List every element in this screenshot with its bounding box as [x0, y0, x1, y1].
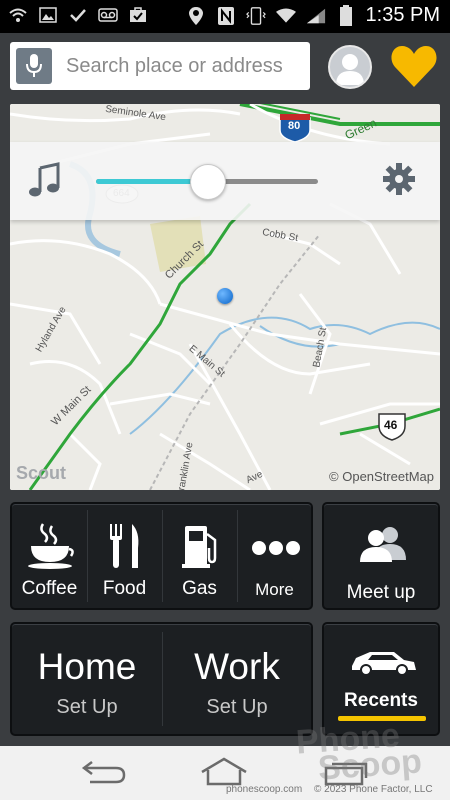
more-button[interactable]: More — [237, 504, 312, 608]
meet-up-button[interactable]: Meet up — [322, 502, 440, 610]
vibrate-icon — [245, 6, 266, 25]
route-80-label: 80 — [288, 120, 301, 132]
search-bar[interactable]: Search place or address — [10, 42, 310, 90]
status-time: 1:35 PM — [365, 4, 440, 26]
scout-logo: Scout — [16, 463, 67, 483]
check-icon — [68, 6, 88, 24]
people-icon — [360, 527, 406, 562]
profile-avatar-icon[interactable] — [328, 45, 372, 89]
volume-slider[interactable] — [96, 164, 318, 200]
wifi-icon — [275, 7, 296, 25]
home-work-panel: Home Set Up Work Set Up — [10, 622, 313, 736]
recents-label: Recents — [344, 690, 418, 711]
food-button[interactable]: Food — [87, 504, 162, 608]
meet-up-label: Meet up — [346, 582, 416, 603]
category-label: Gas — [182, 578, 217, 599]
home-label: Home — [37, 646, 137, 687]
back-icon[interactable] — [78, 756, 130, 788]
route-46-label: 46 — [384, 418, 398, 432]
search-input[interactable]: Search place or address — [66, 55, 283, 78]
fork-knife-icon — [109, 524, 138, 568]
nfc-icon — [216, 6, 236, 25]
voicemail-icon — [98, 6, 118, 24]
current-location-marker[interactable] — [217, 288, 233, 304]
coffee-cup-icon — [27, 523, 74, 569]
battery-icon — [336, 4, 356, 26]
category-label: More — [255, 580, 294, 599]
cell-signal-icon — [306, 7, 326, 25]
wifi-signal-icon — [8, 6, 28, 24]
category-label: Coffee — [21, 578, 78, 599]
map-attribution: © OpenStreetMap — [329, 469, 434, 484]
work-label: Work — [194, 646, 280, 687]
work-button[interactable]: Work Set Up — [162, 624, 312, 734]
gear-icon[interactable] — [382, 162, 416, 196]
image-icon — [38, 6, 58, 24]
music-note-icon[interactable] — [28, 162, 62, 198]
volume-slider-thumb[interactable] — [190, 164, 226, 200]
gas-pump-icon — [181, 526, 216, 568]
work-setup-label: Set Up — [206, 696, 268, 718]
watermark: Phone Scoop — [250, 716, 450, 790]
favorites-heart-icon[interactable] — [390, 43, 438, 89]
top-bar: Search place or address — [0, 33, 450, 99]
gas-button[interactable]: Gas — [162, 504, 237, 608]
briefcase-check-icon — [128, 6, 148, 24]
status-bar: 1:35 PM — [0, 0, 450, 33]
coffee-button[interactable]: Coffee — [12, 504, 87, 608]
watermark-domain: phonescoop.com — [226, 784, 303, 795]
location-pin-icon — [186, 6, 206, 25]
car-icon — [352, 652, 416, 676]
watermark-line2: Scoop — [316, 742, 424, 788]
home-setup-label: Set Up — [56, 696, 118, 718]
more-dots-icon — [251, 541, 300, 555]
microphone-icon[interactable] — [16, 48, 52, 84]
map-view[interactable]: Seminole Ave Green 80 664 Cobb St Church… — [10, 104, 440, 490]
category-label: Food — [102, 578, 147, 599]
copyright-text: © 2023 Phone Factor, LLC — [314, 784, 433, 795]
category-panel: Coffee Food Gas More — [10, 502, 313, 610]
music-volume-overlay — [10, 142, 440, 220]
home-button[interactable]: Home Set Up — [12, 624, 162, 734]
